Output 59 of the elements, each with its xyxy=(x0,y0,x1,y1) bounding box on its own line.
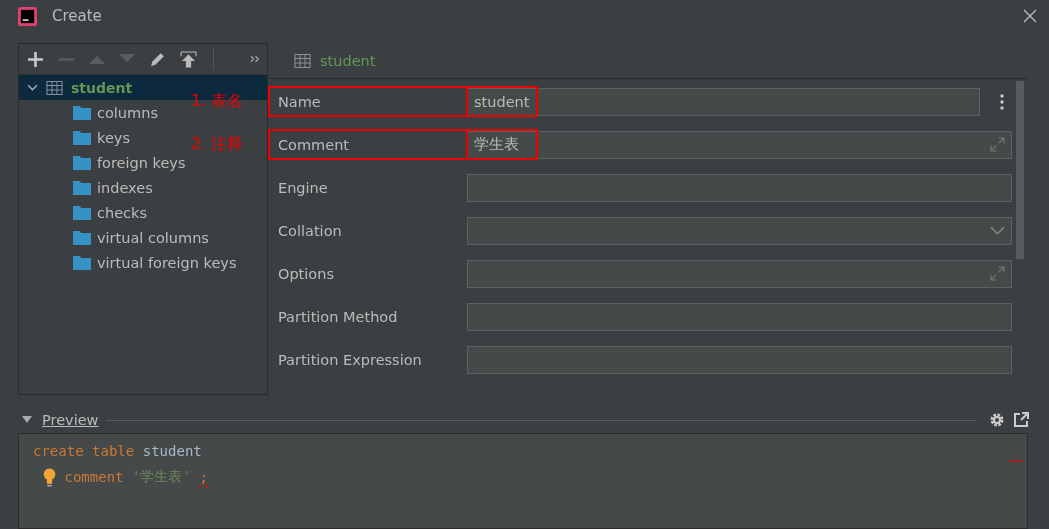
input-field[interactable] xyxy=(467,216,1012,245)
field-label: Name xyxy=(278,93,322,110)
pencil-icon[interactable] xyxy=(149,50,166,68)
code-token: ; xyxy=(199,469,208,485)
tree-item[interactable]: virtual columns xyxy=(97,229,209,246)
folder-icon xyxy=(73,155,91,170)
more-chevron-icon[interactable] xyxy=(250,55,261,63)
input-field[interactable]: student xyxy=(467,87,980,116)
field-label: Partition Expression xyxy=(278,351,423,368)
tree-item[interactable]: indexes xyxy=(97,179,153,196)
folder-icon xyxy=(73,230,91,245)
folder-icon xyxy=(73,130,91,145)
settings-icon[interactable] xyxy=(989,412,1005,428)
input-field[interactable]: 学生表 xyxy=(467,130,1012,159)
tree-item[interactable]: virtual foreign keys xyxy=(97,254,237,271)
move-down-icon[interactable] xyxy=(119,54,135,64)
table-icon xyxy=(294,53,311,68)
close-icon[interactable] xyxy=(1023,9,1037,23)
lightbulb-icon[interactable] xyxy=(43,467,56,487)
code-token: '学生表' xyxy=(132,468,191,486)
tree-item[interactable]: columns xyxy=(97,104,158,121)
input-field[interactable] xyxy=(467,302,1012,331)
expand-icon[interactable] xyxy=(990,137,1005,152)
code-token: student xyxy=(142,443,202,459)
code-editor[interactable]: create table student comment '学生表' ; xyxy=(18,433,1028,529)
field-label: Comment xyxy=(278,136,351,153)
input-field[interactable] xyxy=(467,173,1012,202)
field-label: Engine xyxy=(278,179,329,196)
field-label: Partition Method xyxy=(278,308,399,325)
input-field[interactable] xyxy=(467,345,1012,374)
field-label: Options xyxy=(278,265,335,282)
move-up-icon[interactable] xyxy=(89,54,105,64)
app-logo-icon xyxy=(18,6,37,26)
tree-item[interactable]: checks xyxy=(97,204,147,221)
tree-item[interactable]: foreign keys xyxy=(97,154,186,171)
chevron-icon[interactable] xyxy=(27,82,38,93)
tree-item-label: student xyxy=(71,79,133,96)
folder-icon xyxy=(73,205,91,220)
folder-icon xyxy=(73,180,91,195)
field-label: Collation xyxy=(278,222,343,239)
input-field[interactable] xyxy=(467,259,1012,288)
window-title: Create xyxy=(52,7,103,25)
add-icon[interactable] xyxy=(27,50,44,68)
code-token: create xyxy=(33,443,84,459)
expand-icon[interactable] xyxy=(990,266,1005,281)
upload-icon[interactable] xyxy=(180,50,197,68)
code-token: comment xyxy=(64,469,124,485)
more-options-icon[interactable] xyxy=(1000,93,1004,110)
table-icon xyxy=(46,80,63,95)
annotation-text: 2. 注释 xyxy=(191,134,244,155)
external-link-icon[interactable] xyxy=(1013,412,1029,428)
collapse-triangle-icon[interactable] xyxy=(22,416,32,424)
code-token: table xyxy=(92,443,135,459)
folder-icon xyxy=(73,255,91,270)
folder-icon xyxy=(73,105,91,120)
scrollbar-thumb[interactable] xyxy=(1016,81,1024,259)
panel-title: student xyxy=(320,52,376,69)
tree-item[interactable]: keys xyxy=(97,129,130,146)
preview-title[interactable]: Preview xyxy=(42,412,99,428)
